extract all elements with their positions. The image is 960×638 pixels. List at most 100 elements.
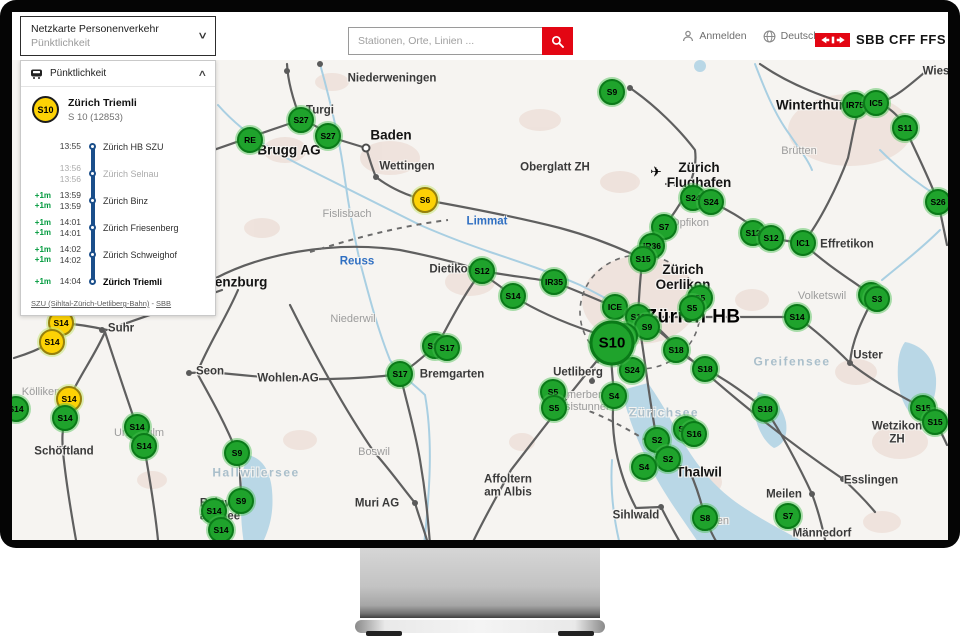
stop-row[interactable]: 13:56 13:56Zürich Selnau [21, 160, 215, 187]
station-dot [99, 327, 105, 333]
line-badge-s4[interactable]: S4 [601, 383, 627, 409]
monitor-mockup: NiederweningenTurgiBadenBrugg AGWettinge… [0, 0, 960, 638]
stop-times: 13:56 13:56 [51, 163, 83, 184]
line-badge-s5[interactable]: S5 [679, 295, 705, 321]
line-badge-s14[interactable]: S14 [12, 396, 29, 422]
line-badge-s14[interactable]: S14 [52, 405, 78, 431]
line-badge-ic5[interactable]: IC5 [863, 90, 889, 116]
panel-header[interactable]: Pünktlichkeit ∧ [21, 61, 215, 87]
stop-times: 14:02 14:02 [51, 244, 83, 265]
search-button[interactable] [542, 27, 573, 55]
line-badge-s14[interactable]: S14 [131, 433, 157, 459]
stop-marker-icon [89, 278, 96, 285]
chevron-down-icon: ∨ [197, 31, 208, 42]
line-badge-s6[interactable]: S6 [412, 187, 438, 213]
line-badge-s4[interactable]: S4 [631, 454, 657, 480]
language-label: Deutsch [781, 30, 820, 42]
search-input[interactable] [348, 27, 542, 55]
line-badge-s7[interactable]: S7 [775, 503, 801, 529]
operator-link[interactable]: SZU (Sihltal-Zürich-Uetliberg-Bahn) [31, 299, 149, 308]
operator-link[interactable]: SBB [156, 299, 171, 308]
line-badge-s14[interactable]: S14 [39, 329, 65, 355]
line-badge-s11[interactable]: S11 [892, 115, 918, 141]
sbb-flag-icon [815, 33, 850, 47]
stop-marker-icon [89, 197, 96, 204]
line-badge-s17[interactable]: S17 [387, 361, 413, 387]
map-label: Sihlwald [613, 510, 660, 523]
line-badge-ir35[interactable]: IR35 [541, 269, 567, 295]
map-label: Effretikon [820, 239, 874, 252]
line-badge-s18[interactable]: S18 [663, 337, 689, 363]
line-badge-s8[interactable]: S8 [692, 505, 718, 531]
monitor-foot-right [558, 631, 594, 636]
stop-delay: +1m [21, 277, 51, 287]
line-badge-s18[interactable]: S18 [692, 356, 718, 382]
stop-list: 13:55Zürich HB SZU13:56 13:56Zürich Seln… [21, 133, 215, 295]
screen: NiederweningenTurgiBadenBrugg AGWettinge… [12, 12, 948, 540]
line-badge-s14[interactable]: S14 [784, 304, 810, 330]
stop-name: Zürich Binz [101, 196, 215, 206]
line-badge-ic1[interactable]: IC1 [790, 230, 816, 256]
punctuality-panel: Pünktlichkeit ∧ S10 Zürich Triemli S 10 … [20, 60, 216, 316]
train-name: Zürich Triemli [68, 96, 137, 112]
map-label: Dietikon [429, 264, 474, 277]
line-badge-s26[interactable]: S26 [925, 189, 948, 215]
line-badge-s27[interactable]: S27 [288, 107, 314, 133]
stop-times: 13:59 13:59 [51, 190, 83, 211]
map-label: Muri AG [355, 498, 399, 511]
line-badge-s3[interactable]: S3 [864, 286, 890, 312]
map-label: Niederwil [330, 313, 375, 325]
line-badge-s27[interactable]: S27 [315, 123, 341, 149]
line-badge-s14[interactable]: S14 [500, 283, 526, 309]
line-badge-s10[interactable]: S10 [590, 321, 635, 366]
sbb-logo: SBB CFF FFS [815, 32, 946, 47]
stop-name: Zürich Friesenberg [101, 223, 215, 233]
line-badge-s16[interactable]: S16 [681, 421, 707, 447]
stop-row[interactable]: +1m14:04Zürich Triemli [21, 268, 215, 295]
station-dot [317, 61, 323, 67]
line-badge-s17[interactable]: S17 [434, 335, 460, 361]
station-dot [412, 500, 418, 506]
login-label: Anmelden [699, 30, 746, 42]
stop-name: Zürich Triemli [101, 277, 215, 287]
chevron-up-icon[interactable]: ∧ [198, 68, 208, 79]
line-badge-s9[interactable]: S9 [599, 79, 625, 105]
map-label: Meilen [766, 489, 802, 502]
stop-row[interactable]: +1m +1m14:01 14:01Zürich Friesenberg [21, 214, 215, 241]
login-button[interactable]: Anmelden [682, 30, 746, 42]
line-badge-s5[interactable]: S5 [541, 395, 567, 421]
line-badge-s14[interactable]: S14 [208, 517, 234, 540]
map-label: Affoltern am Albis [484, 473, 532, 498]
line-badge-s15[interactable]: S15 [922, 409, 948, 435]
map-label: Greifensee [753, 355, 830, 368]
line-badge-s12[interactable]: S12 [758, 225, 784, 251]
line-badge-s2[interactable]: S2 [655, 446, 681, 472]
sbb-logo-text: SBB CFF FFS [856, 32, 946, 47]
map-label: Baden [370, 129, 411, 144]
train-summary[interactable]: S10 Zürich Triemli S 10 (12853) [21, 87, 215, 127]
map-label: Suhr [108, 323, 134, 336]
header-actions: Anmelden Deutsch ∨ [682, 12, 830, 60]
stop-delay: +1m +1m [21, 245, 51, 265]
app-header: Netzkarte Personenverkehr Pünktlichkeit … [12, 12, 948, 60]
layer-select-title: Netzkarte Personenverkehr [31, 22, 189, 36]
line-badge-s18[interactable]: S18 [752, 396, 778, 422]
line-badge-s9[interactable]: S9 [224, 440, 250, 466]
stop-marker-icon [89, 224, 96, 231]
map-label: Schöftland [34, 446, 93, 459]
line-badge-re[interactable]: RE [237, 127, 263, 153]
train-number: S 10 (12853) [68, 112, 137, 123]
layer-select-subtitle: Pünktlichkeit [31, 36, 189, 50]
line-badge-s9[interactable]: S9 [228, 488, 254, 514]
search-icon [551, 35, 564, 48]
line-badge-s12[interactable]: S12 [469, 258, 495, 284]
panel-footer: SZU (Sihltal-Zürich-Uetliberg-Bahn) - SB… [21, 294, 215, 315]
line-badge-s24[interactable]: S24 [698, 189, 724, 215]
stop-times: 13:55 [51, 141, 83, 152]
layer-select[interactable]: Netzkarte Personenverkehr Pünktlichkeit … [20, 16, 216, 56]
stop-row[interactable]: +1m +1m14:02 14:02Zürich Schweighof [21, 241, 215, 268]
stop-row[interactable]: 13:55Zürich HB SZU [21, 133, 215, 160]
line-badge-s15[interactable]: S15 [630, 246, 656, 272]
stop-marker-icon [89, 143, 96, 150]
stop-row[interactable]: +1m +1m13:59 13:59Zürich Binz [21, 187, 215, 214]
